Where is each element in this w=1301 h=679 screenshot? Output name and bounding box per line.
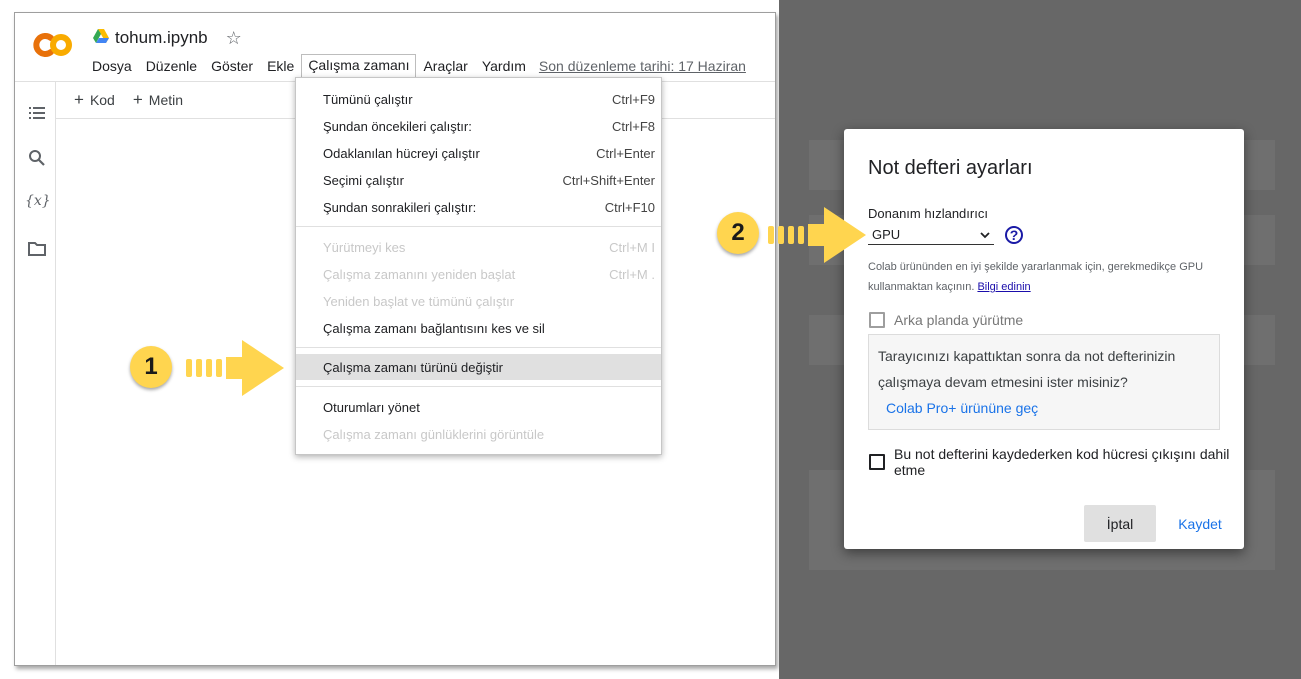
menu-insert[interactable]: Ekle xyxy=(260,55,301,77)
colab-pro-text: Tarayıcınızı kapattıktan sonra da not de… xyxy=(878,348,1176,390)
dialog-title: Not defteri ayarları xyxy=(868,157,1033,179)
menu-tools[interactable]: Araçlar xyxy=(416,55,474,77)
menu-view[interactable]: Göster xyxy=(204,55,260,77)
menu-file[interactable]: Dosya xyxy=(85,55,139,77)
chevron-down-icon xyxy=(980,227,990,242)
menu-runtime[interactable]: Çalışma zamanı xyxy=(301,54,417,78)
learn-more-link[interactable]: Bilgi edinin xyxy=(977,281,1030,293)
menu-item-disconnect-delete[interactable]: Çalışma zamanı bağlantısını kes ve sil xyxy=(296,315,661,341)
menu-item-run-all[interactable]: Tümünü çalıştır Ctrl+F9 xyxy=(296,86,661,112)
menu-item-view-logs: Çalışma zamanı günlüklerini görüntüle xyxy=(323,426,545,442)
variables-icon[interactable]: {x} xyxy=(25,193,51,211)
omit-output-label: Bu not defterini kaydederken kod hücresi… xyxy=(894,446,1230,478)
left-sidebar: {x} xyxy=(15,82,56,665)
plus-icon: + xyxy=(74,90,84,109)
drive-icon xyxy=(93,28,109,48)
menu-divider xyxy=(296,226,661,227)
background-execution-label: Arka planda yürütme xyxy=(894,312,1024,328)
notebook-title[interactable]: tohum.ipynb xyxy=(115,28,208,48)
colab-header: tohum.ipynb ☆ Dosya Düzenle Göster Ekle … xyxy=(15,13,775,82)
omit-output-checkbox[interactable] xyxy=(869,454,885,470)
colab-pro-upsell-box: Tarayıcınızı kapattıktan sonra da not de… xyxy=(868,334,1220,430)
background-execution-checkbox[interactable] xyxy=(869,312,885,328)
menu-edit[interactable]: Düzenle xyxy=(139,55,204,77)
runtime-menu: Tümünü çalıştır Ctrl+F9 Şundan öncekiler… xyxy=(295,77,662,455)
hardware-accelerator-label: Donanım hızlandırıcı xyxy=(868,206,988,221)
colab-pro-link[interactable]: Colab Pro+ ürününe geç xyxy=(886,400,1038,416)
menu-divider xyxy=(296,386,661,387)
last-edit-link[interactable]: Son düzenleme tarihi: 17 Haziran xyxy=(539,58,746,74)
help-icon[interactable]: ? xyxy=(1005,226,1023,244)
menu-item-restart: Çalışma zamanını yeniden başlat Ctrl+M . xyxy=(323,266,655,282)
search-icon[interactable] xyxy=(28,149,46,167)
hardware-accelerator-value: GPU xyxy=(872,227,901,242)
colab-window: tohum.ipynb ☆ Dosya Düzenle Göster Ekle … xyxy=(14,12,776,666)
callout-arrow-1-icon xyxy=(186,340,284,396)
title-row: tohum.ipynb ☆ xyxy=(93,25,242,51)
files-icon[interactable] xyxy=(28,240,46,258)
menu-item-interrupt: Yürütmeyi kes Ctrl+M I xyxy=(323,239,655,255)
star-icon[interactable]: ☆ xyxy=(226,28,242,49)
callout-badge-1: 1 xyxy=(130,346,172,388)
menu-help[interactable]: Yardım xyxy=(475,55,533,77)
menu-item-run-after[interactable]: Şundan sonrakileri çalıştır: Ctrl+F10 xyxy=(296,194,661,220)
plus-icon: + xyxy=(132,90,143,109)
menu-item-run-before[interactable]: Şundan öncekileri çalıştır: Ctrl+F8 xyxy=(296,113,661,139)
notebook-settings-dialog: Not defteri ayarları Donanım hızlandırıc… xyxy=(844,129,1244,549)
menu-item-restart-run-all: Yeniden başlat ve tümünü çalıştır xyxy=(323,293,515,309)
save-button[interactable]: Kaydet xyxy=(1170,505,1230,542)
menu-item-run-selection[interactable]: Seçimi çalıştır Ctrl+Shift+Enter xyxy=(296,167,661,193)
menu-item-run-focused[interactable]: Odaklanılan hücreyi çalıştır Ctrl+Enter xyxy=(296,140,661,166)
add-code-button[interactable]: + Kod xyxy=(74,90,115,110)
table-of-contents-icon[interactable] xyxy=(28,104,46,122)
menu-bar: Dosya Düzenle Göster Ekle Çalışma zamanı… xyxy=(85,53,746,79)
colab-logo[interactable] xyxy=(31,31,73,64)
menu-item-manage-sessions[interactable]: Oturumları yönet xyxy=(296,394,661,420)
hardware-note: Colab ürününden en iyi şekilde yararlanm… xyxy=(868,261,1204,293)
hardware-accelerator-select[interactable]: GPU xyxy=(868,225,994,245)
callout-badge-2: 2 xyxy=(717,212,759,254)
cancel-button[interactable]: İptal xyxy=(1084,505,1156,542)
menu-divider xyxy=(296,347,661,348)
menu-item-change-runtime-type[interactable]: Çalışma zamanı türünü değiştir xyxy=(296,354,661,380)
callout-arrow-2-icon xyxy=(768,207,866,263)
add-text-button[interactable]: + Metin xyxy=(133,90,183,110)
